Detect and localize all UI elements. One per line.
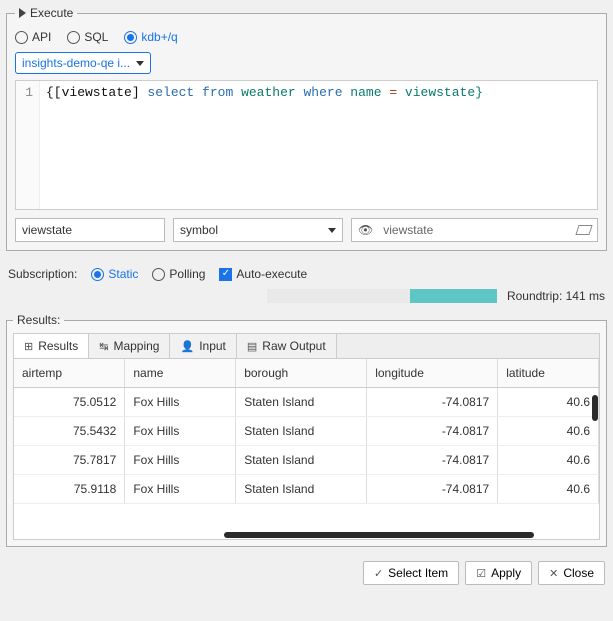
- radio-api[interactable]: API: [15, 30, 51, 44]
- tab-mapping[interactable]: ↹ Mapping: [89, 334, 170, 358]
- check-icon: ✓: [374, 567, 383, 580]
- apply-button[interactable]: ☑ Apply: [465, 561, 532, 585]
- checkbox-icon-checked: ✓: [219, 268, 232, 281]
- table-icon: ⊞: [24, 340, 33, 353]
- mapping-icon: ↹: [99, 340, 108, 353]
- radio-icon: [67, 31, 80, 44]
- eye-icon: 👁: [358, 223, 373, 237]
- radio-static[interactable]: Static: [91, 267, 138, 281]
- table-row[interactable]: 75.7817 Fox Hills Staten Island -74.0817…: [14, 446, 599, 475]
- results-table: airtemp name borough longitude latitude …: [14, 359, 599, 504]
- col-latitude[interactable]: latitude: [498, 359, 599, 388]
- eraser-icon[interactable]: [575, 225, 592, 235]
- radio-polling-label: Polling: [169, 267, 205, 281]
- tab-results[interactable]: ⊞ Results: [14, 334, 89, 358]
- param-value-field[interactable]: 👁 viewstate: [351, 218, 598, 242]
- radio-static-label: Static: [108, 267, 138, 281]
- connection-select[interactable]: insights-demo-qe i...: [15, 52, 151, 74]
- param-row: viewstate symbol 👁 viewstate: [15, 218, 598, 242]
- table-row[interactable]: 75.0512 Fox Hills Staten Island -74.0817…: [14, 388, 599, 417]
- raw-output-icon: ▤: [247, 340, 257, 353]
- line-number: 1: [16, 85, 33, 100]
- tab-input[interactable]: 👤 Input: [170, 334, 236, 358]
- col-airtemp[interactable]: airtemp: [14, 359, 125, 388]
- radio-kdb-label: kdb+/q: [141, 30, 177, 44]
- play-icon: [19, 8, 26, 18]
- chevron-down-icon: [328, 228, 336, 233]
- table-row[interactable]: 75.5432 Fox Hills Staten Island -74.0817…: [14, 417, 599, 446]
- execute-legend[interactable]: Execute: [15, 6, 77, 20]
- close-button[interactable]: ✕ Close: [538, 561, 605, 585]
- subscription-label: Subscription:: [8, 267, 77, 281]
- tab-raw-output[interactable]: ▤ Raw Output: [237, 334, 337, 358]
- progress-fill: [410, 289, 497, 303]
- radio-kdb[interactable]: kdb+/q: [124, 30, 177, 44]
- horizontal-scrollbar-thumb[interactable]: [224, 532, 534, 538]
- results-legend: Results:: [13, 313, 64, 327]
- chevron-down-icon: [136, 61, 144, 66]
- execute-panel: Execute API SQL kdb+/q insights-demo-qe …: [6, 6, 607, 251]
- apply-icon: ☑: [476, 567, 486, 580]
- input-icon: 👤: [180, 340, 194, 353]
- execute-title: Execute: [30, 6, 73, 20]
- results-tabs: ⊞ Results ↹ Mapping 👤 Input ▤ Raw Output: [13, 333, 600, 358]
- radio-polling[interactable]: Polling: [152, 267, 205, 281]
- radio-api-label: API: [32, 30, 51, 44]
- results-panel: Results: ⊞ Results ↹ Mapping 👤 Input ▤ R…: [6, 313, 607, 547]
- col-name[interactable]: name: [125, 359, 236, 388]
- auto-execute-label: Auto-execute: [236, 267, 307, 281]
- checkbox-auto-execute[interactable]: ✓ Auto-execute: [219, 267, 307, 281]
- table-row[interactable]: 75.9118 Fox Hills Staten Island -74.0817…: [14, 475, 599, 504]
- results-grid[interactable]: airtemp name borough longitude latitude …: [13, 358, 600, 540]
- connection-label: insights-demo-qe i...: [22, 56, 130, 70]
- radio-sql[interactable]: SQL: [67, 30, 108, 44]
- close-icon: ✕: [549, 567, 558, 580]
- progress-bar: [267, 289, 497, 303]
- radio-icon-selected: [91, 268, 104, 281]
- param-name-field[interactable]: viewstate: [15, 218, 165, 242]
- select-item-button[interactable]: ✓ Select Item: [363, 561, 459, 585]
- param-type-select[interactable]: symbol: [173, 218, 343, 242]
- subscription-row: Subscription: Static Polling ✓ Auto-exec…: [0, 257, 613, 287]
- footer-buttons: ✓ Select Item ☑ Apply ✕ Close: [0, 553, 613, 593]
- radio-icon-selected: [124, 31, 137, 44]
- radio-icon: [15, 31, 28, 44]
- col-longitude[interactable]: longitude: [367, 359, 498, 388]
- datasource-mode-row: API SQL kdb+/q: [15, 26, 598, 52]
- col-borough[interactable]: borough: [236, 359, 367, 388]
- vertical-scrollbar-thumb[interactable]: [592, 395, 598, 421]
- progress-row: Roundtrip: 141 ms: [0, 287, 613, 309]
- code-line: {[viewstate] select from weather where n…: [40, 81, 489, 209]
- radio-icon: [152, 268, 165, 281]
- code-editor[interactable]: 1 {[viewstate] select from weather where…: [15, 80, 598, 210]
- code-gutter: 1: [16, 81, 40, 209]
- roundtrip-label: Roundtrip: 141 ms: [507, 289, 605, 303]
- radio-sql-label: SQL: [84, 30, 108, 44]
